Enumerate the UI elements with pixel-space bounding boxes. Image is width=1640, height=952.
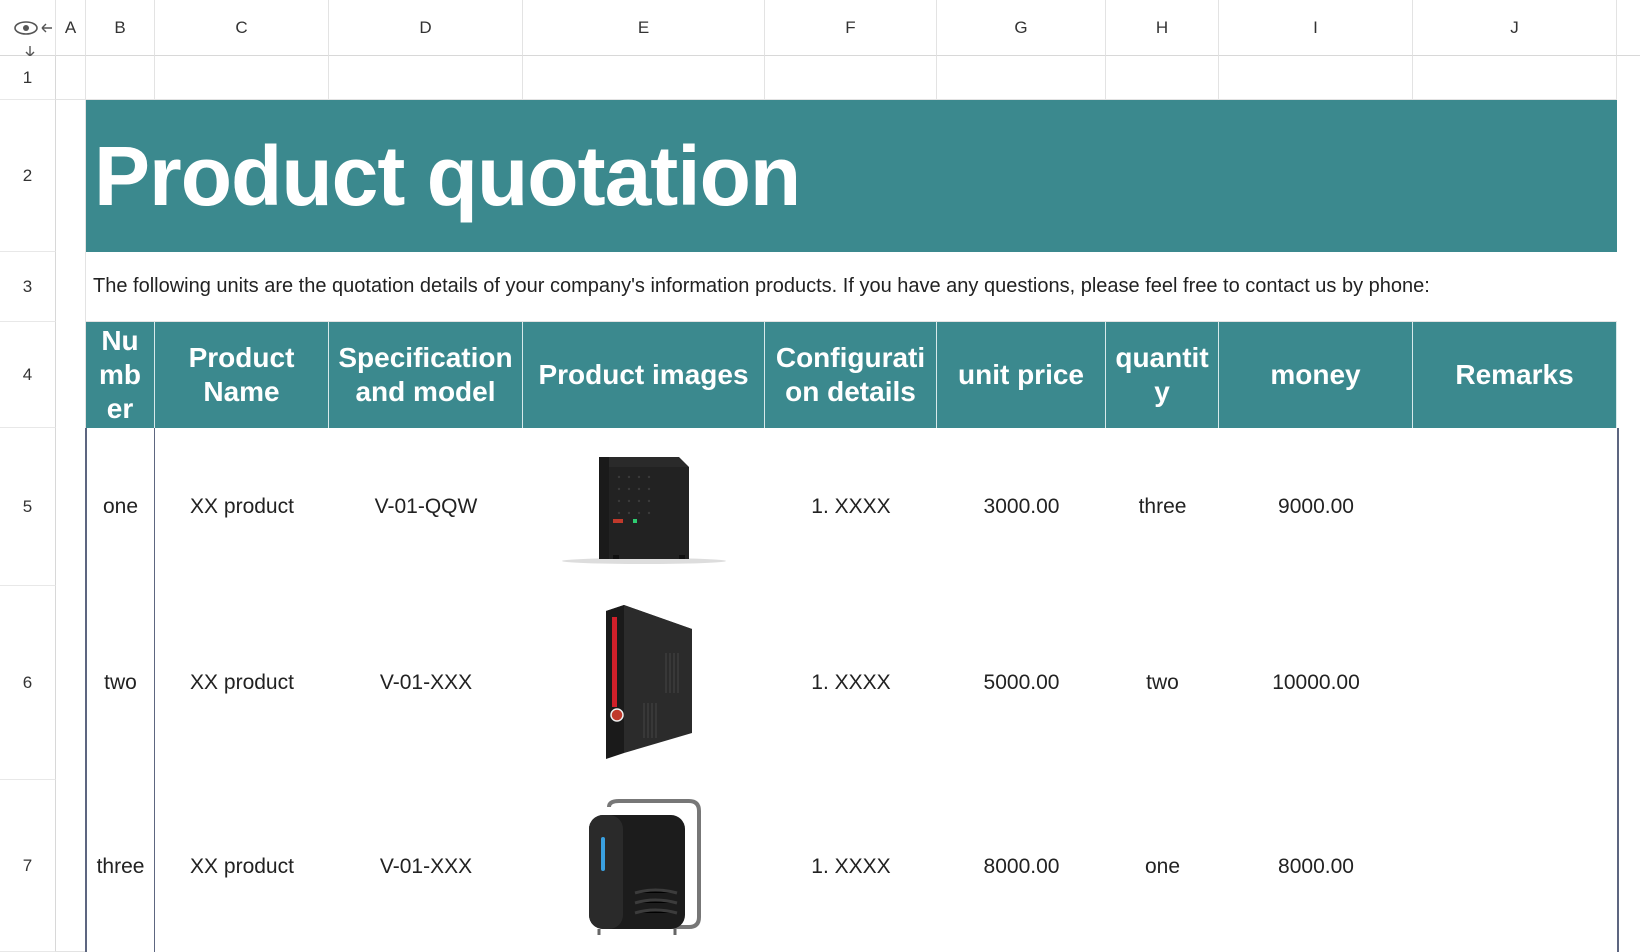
tower-pc-black-image: [562, 457, 726, 564]
table-row-2-number[interactable]: two: [85, 586, 156, 782]
table-row-3-number[interactable]: three: [85, 780, 156, 952]
table-row-2-config[interactable]: 1. XXXX: [765, 586, 939, 782]
cube-pc-chrome-image: [589, 799, 701, 935]
table-row-2-image[interactable]: [523, 586, 767, 782]
table-row-1-unit-price[interactable]: 3000.00: [937, 428, 1108, 588]
row-header-3[interactable]: 3: [0, 252, 56, 322]
table-row-1-config[interactable]: 1. XXXX: [765, 428, 939, 588]
tower-pc-red-stripe-image: [606, 605, 692, 759]
header-configuration[interactable]: Configurati on details: [765, 322, 937, 428]
table-row-3-name[interactable]: XX product: [155, 780, 331, 952]
cell-d1[interactable]: [329, 56, 523, 100]
column-header-d[interactable]: D: [329, 0, 523, 56]
column-header-b[interactable]: B: [86, 0, 155, 56]
table-row-3-remarks[interactable]: [1413, 780, 1619, 952]
header-configuration-label: Configurati on details: [775, 342, 926, 407]
header-specification-label: Specification and model: [338, 342, 513, 407]
cell-i1[interactable]: [1219, 56, 1413, 100]
table-row-2-unit-price[interactable]: 5000.00: [937, 586, 1108, 782]
header-quantity-label: quantit y: [1115, 342, 1209, 407]
header-money[interactable]: money: [1219, 322, 1413, 428]
header-number-label: Nu mb er: [99, 325, 141, 424]
cell-h1[interactable]: [1106, 56, 1219, 100]
row-header-2[interactable]: 2: [0, 100, 56, 252]
header-remarks[interactable]: Remarks: [1413, 322, 1617, 428]
row-header-7[interactable]: 7: [0, 780, 56, 952]
cell-a1[interactable]: [56, 56, 86, 100]
table-row-2-quantity[interactable]: two: [1106, 586, 1221, 782]
column-header-c[interactable]: C: [155, 0, 329, 56]
column-a-cells[interactable]: [56, 100, 86, 952]
column-header-a[interactable]: A: [56, 0, 86, 56]
table-row-3-unit-price[interactable]: 8000.00: [937, 780, 1108, 952]
column-header-overflow: [1617, 0, 1640, 56]
table-row-3-config[interactable]: 1. XXXX: [765, 780, 939, 952]
row-header-6[interactable]: 6: [0, 586, 56, 780]
column-header-e[interactable]: E: [523, 0, 765, 56]
table-row-2-money[interactable]: 10000.00: [1219, 586, 1415, 782]
column-header-g[interactable]: G: [937, 0, 1106, 56]
header-specification[interactable]: Specification and model: [329, 322, 523, 428]
column-header-j[interactable]: J: [1413, 0, 1617, 56]
table-row-1-number[interactable]: one: [85, 428, 156, 588]
cell-e1[interactable]: [523, 56, 765, 100]
table-row-1-money[interactable]: 9000.00: [1219, 428, 1415, 588]
table-row-1-quantity[interactable]: three: [1106, 428, 1221, 588]
column-header-f[interactable]: F: [765, 0, 937, 56]
table-row-1-name[interactable]: XX product: [155, 428, 331, 588]
row-header-4[interactable]: 4: [0, 322, 56, 428]
spreadsheet: A B C D E F G H I J 1 2 3 4 5 6 7 Produc…: [0, 0, 1640, 952]
table-row-3-image[interactable]: [523, 780, 767, 952]
table-row-3-model[interactable]: V-01-XXX: [329, 780, 525, 952]
cell-c1[interactable]: [155, 56, 329, 100]
header-product-name-label: Product Name: [188, 342, 295, 407]
table-row-1-image[interactable]: [523, 428, 767, 588]
cell-j1[interactable]: [1413, 56, 1617, 100]
quotation-description[interactable]: The following units are the quotation de…: [86, 252, 1617, 322]
header-product-name[interactable]: Product Name: [155, 322, 329, 428]
cell-b1[interactable]: [86, 56, 155, 100]
column-header-i[interactable]: I: [1219, 0, 1413, 56]
cell-g1[interactable]: [937, 56, 1106, 100]
header-quantity[interactable]: quantit y: [1106, 322, 1219, 428]
header-unit-price[interactable]: unit price: [937, 322, 1106, 428]
row-header-5[interactable]: 5: [0, 428, 56, 586]
column-header-h[interactable]: H: [1106, 0, 1219, 56]
cell-f1[interactable]: [765, 56, 937, 100]
row-header-1[interactable]: 1: [0, 56, 56, 100]
header-number[interactable]: Nu mb er: [86, 322, 155, 428]
page-title: Product quotation: [94, 128, 801, 223]
title-banner[interactable]: Product quotation: [86, 100, 1617, 252]
table-row-2-remarks[interactable]: [1413, 586, 1619, 782]
table-row-3-money[interactable]: 8000.00: [1219, 780, 1415, 952]
header-product-images[interactable]: Product images: [523, 322, 765, 428]
table-row-2-model[interactable]: V-01-XXX: [329, 586, 525, 782]
table-row-1-remarks[interactable]: [1413, 428, 1619, 588]
table-row-1-model[interactable]: V-01-QQW: [329, 428, 525, 588]
table-row-2-name[interactable]: XX product: [155, 586, 331, 782]
table-row-3-quantity[interactable]: one: [1106, 780, 1221, 952]
